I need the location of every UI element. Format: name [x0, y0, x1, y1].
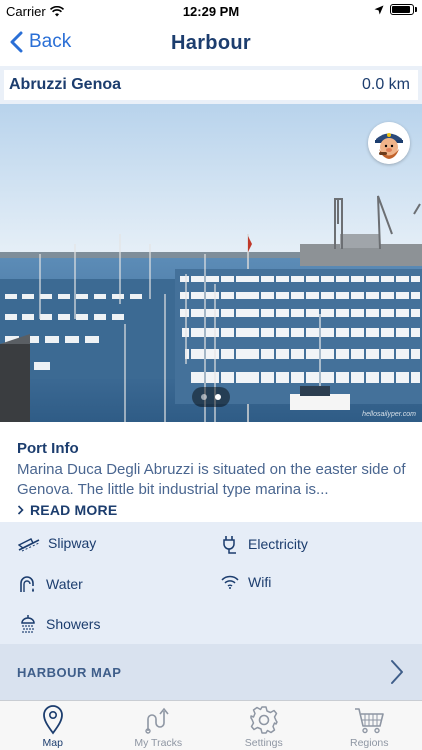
tab-map[interactable]: Map	[0, 701, 106, 750]
tab-label: Map	[42, 737, 63, 749]
tab-bar: Map My Tracks Settings Regions	[0, 700, 422, 750]
harbour-map-label: HARBOUR MAP	[17, 664, 122, 680]
amenity-label: Wifi	[248, 574, 272, 590]
chevron-right-icon	[17, 505, 24, 515]
amenities-panel: Slipway Electricity Water Wifi Showers	[0, 522, 422, 644]
read-more-button[interactable]: READ MORE	[17, 502, 406, 518]
tab-label: My Tracks	[134, 737, 183, 749]
status-right	[374, 4, 417, 15]
page-dot[interactable]	[215, 394, 221, 400]
battery-icon	[390, 4, 417, 15]
amenity-label: Electricity	[248, 536, 308, 552]
page-title: Harbour	[171, 32, 251, 54]
location-arrow-icon	[374, 5, 384, 14]
harbour-distance: 0.0 km	[361, 76, 410, 93]
page-dot[interactable]	[201, 394, 207, 400]
port-info-heading: Port Info	[17, 440, 79, 457]
slipway-icon	[18, 538, 40, 552]
map-pin-icon	[42, 705, 63, 735]
amenity-water: Water	[18, 574, 83, 594]
harbour-photo[interactable]: hellosailyper.com	[0, 104, 422, 422]
amenity-label: Showers	[46, 616, 101, 632]
showers-icon	[21, 615, 35, 633]
tab-settings[interactable]: Settings	[211, 701, 317, 750]
cart-icon	[355, 708, 385, 734]
wifi-icon	[221, 575, 239, 589]
amenity-label: Slipway	[48, 535, 97, 551]
tab-label: Regions	[349, 737, 389, 749]
clock: 12:29 PM	[182, 4, 240, 19]
location-card: Abruzzi Genoa 0.0 km	[4, 70, 418, 100]
tracks-icon	[145, 707, 169, 734]
location-row: Abruzzi Genoa 0.0 km	[0, 66, 422, 104]
gear-icon	[250, 706, 278, 734]
tab-my-tracks[interactable]: My Tracks	[106, 701, 212, 750]
status-bar: Carrier 12:29 PM	[0, 0, 422, 22]
electricity-icon	[223, 536, 236, 554]
tab-regions[interactable]: Regions	[317, 701, 422, 750]
amenity-showers: Showers	[18, 614, 100, 634]
amenity-electricity: Electricity	[220, 534, 308, 554]
harbour-photo-image	[0, 104, 422, 422]
amenity-slipway: Slipway	[18, 534, 96, 552]
harbour-map-button[interactable]: HARBOUR MAP	[0, 644, 422, 700]
page-indicator[interactable]	[192, 387, 230, 407]
chevron-right-icon	[391, 660, 403, 684]
amenity-label: Water	[46, 576, 83, 592]
read-more-label: READ MORE	[30, 502, 118, 518]
captain-avatar-icon	[368, 122, 410, 164]
battery-fill	[392, 6, 411, 13]
tab-label: Settings	[244, 737, 283, 749]
captain-avatar[interactable]	[368, 122, 410, 164]
amenity-wifi: Wifi	[220, 574, 271, 590]
harbour-name: Abruzzi Genoa	[9, 76, 122, 93]
navigation-bar: Back Harbour	[0, 22, 422, 66]
port-info-section: Port Info Marina Duca Degli Abruzzi is s…	[0, 422, 422, 522]
water-icon	[20, 576, 34, 592]
port-info-text: Marina Duca Degli Abruzzi is situated on…	[17, 461, 406, 498]
photo-watermark: hellosailyper.com	[362, 411, 416, 418]
